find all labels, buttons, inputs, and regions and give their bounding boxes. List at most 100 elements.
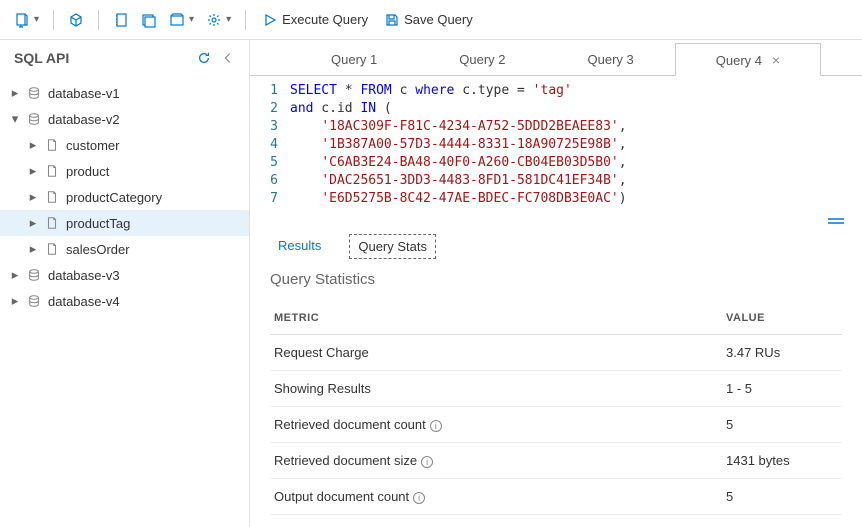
tree-item-customer[interactable]: ▸ customer [0, 132, 249, 158]
open-query-button[interactable] [137, 8, 161, 32]
value-cell: 5 [722, 479, 842, 515]
tab-query-2[interactable]: Query 2 [418, 43, 546, 75]
tree-item-productTag[interactable]: ▸ productTag [0, 210, 249, 236]
code-line[interactable]: '18AC309F-F81C-4234-A752-5DDD2BEAEE83', [290, 118, 862, 136]
settings-button[interactable]: ▾ [202, 8, 235, 32]
sidebar: SQL API ▸database-v1▾database-v2 ▸ custome… [0, 40, 250, 527]
container-button[interactable]: ▾ [165, 8, 198, 32]
refresh-icon[interactable] [197, 51, 211, 65]
chevron-down-icon: ▾ [189, 14, 194, 25]
code-line[interactable]: 'DAC25651-3DD3-4483-8FD1-581DC41EF34B', [290, 172, 862, 190]
tree-item-label: salesOrder [66, 242, 130, 257]
tree-item-database-v4[interactable]: ▸database-v4 [0, 288, 249, 314]
tree-item-label: customer [66, 138, 119, 153]
stats-panel: Query Statistics METRIC VALUE Request Ch… [250, 271, 862, 527]
database-icon [26, 267, 42, 283]
tree-item-label: productTag [66, 216, 130, 231]
tree-item-label: product [66, 164, 109, 179]
metric-cell: Output document counti [270, 479, 722, 515]
line-number: 4 [250, 136, 278, 154]
caret-right-icon[interactable]: ▸ [28, 137, 38, 153]
open-query-icon [141, 12, 157, 28]
query-tabs: Query 1 Query 2 Query 3 Query 4× [250, 40, 862, 76]
save-query-button[interactable]: Save Query [378, 8, 479, 32]
cube-icon [68, 12, 84, 28]
table-row: Output document counti5 [270, 479, 842, 515]
tree-item-database-v1[interactable]: ▸database-v1 [0, 80, 249, 106]
info-icon[interactable]: i [430, 420, 442, 432]
new-document-icon [14, 12, 30, 28]
gear-icon [206, 12, 222, 28]
new-document-button[interactable]: ▾ [10, 8, 43, 32]
tree-item-database-v2[interactable]: ▾database-v2 [0, 106, 249, 132]
code-line[interactable]: 'E6D5275B-8C42-47AE-BDEC-FC708DB3E0AC') [290, 190, 862, 208]
code-line[interactable]: '1B387A00-57D3-4444-8331-18A90725E98B', [290, 136, 862, 154]
tree-item-salesOrder[interactable]: ▸ salesOrder [0, 236, 249, 262]
tree-item-productCategory[interactable]: ▸productCategory [0, 184, 249, 210]
caret-right-icon[interactable]: ▸ [28, 215, 38, 231]
caret-right-icon[interactable]: ▸ [10, 267, 20, 283]
code-area[interactable]: SELECT * FROM c where c.type = 'tag'and … [290, 82, 862, 210]
tab-query-stats[interactable]: Query Stats [349, 234, 436, 259]
tree: ▸database-v1▾database-v2▸customer▸produc… [0, 76, 249, 527]
document-icon [44, 215, 60, 231]
code-line[interactable]: SELECT * FROM c where c.type = 'tag' [290, 82, 862, 100]
document-icon [44, 163, 60, 179]
main-area: SQL API ▸database-v1▾database-v2 ▸ custome… [0, 40, 862, 527]
notebook-button[interactable] [109, 8, 133, 32]
tree-item-database-v3[interactable]: ▸ database-v3 [0, 262, 249, 288]
pane-resizer[interactable] [250, 216, 862, 226]
database-icon [26, 111, 42, 127]
caret-right-icon[interactable]: ▸ [28, 241, 38, 257]
sql-editor[interactable]: 1234567 SELECT * FROM c where c.type = '… [250, 76, 862, 216]
tab-query-3[interactable]: Query 3 [547, 43, 675, 75]
table-row: Retrieved document counti5 [270, 407, 842, 443]
info-icon[interactable]: i [421, 456, 433, 468]
caret-right-icon[interactable]: ▸ [28, 163, 38, 179]
caret-right-icon[interactable]: ▸ [10, 293, 20, 309]
caret-right-icon[interactable]: ▸ [28, 189, 38, 205]
tab-label: Query 1 [331, 52, 377, 67]
sidebar-title: SQL API [14, 50, 69, 66]
stats-title: Query Statistics [270, 271, 842, 288]
code-line[interactable]: 'C6AB3E24-BA48-40F0-A260-CB04EB03D5B0', [290, 154, 862, 172]
info-icon[interactable]: i [413, 492, 425, 504]
document-icon [44, 137, 60, 153]
play-icon [262, 12, 278, 28]
tree-item-product[interactable]: ▸ product [0, 158, 249, 184]
tab-label: Query 3 [588, 52, 634, 67]
value-cell: 1 - 5 [722, 371, 842, 407]
line-number: 2 [250, 100, 278, 118]
tree-item-label: database-v3 [48, 268, 120, 283]
document-icon [44, 241, 60, 257]
metric-cell: Request Charge [270, 335, 722, 371]
chevron-down-icon: ▾ [226, 14, 231, 25]
metric-cell: Showing Results [270, 371, 722, 407]
result-subtabs: Results Query Stats [250, 226, 862, 271]
collapse-icon[interactable] [221, 51, 235, 65]
content: Query 1 Query 2 Query 3 Query 4× 1234567 SE… [250, 40, 862, 527]
tab-results[interactable]: Results [270, 234, 329, 259]
close-icon[interactable]: × [772, 52, 780, 68]
line-number: 3 [250, 118, 278, 136]
toolbar: ▾ ▾ ▾ Execute Query Save Query [0, 0, 862, 40]
cube-button[interactable] [64, 8, 88, 32]
metric-cell: Retrieved document sizei [270, 443, 722, 479]
database-icon [26, 85, 42, 101]
separator [245, 10, 246, 30]
tab-query-4[interactable]: Query 4× [675, 43, 821, 76]
caret-right-icon[interactable]: ▸ [10, 85, 20, 101]
col-metric: METRIC [270, 302, 722, 335]
caret-down-icon[interactable]: ▾ [10, 111, 20, 127]
value-cell: 5 [722, 407, 842, 443]
code-line[interactable]: and c.id IN ( [290, 100, 862, 118]
save-query-label: Save Query [404, 12, 473, 27]
line-number: 7 [250, 190, 278, 208]
chevron-down-icon: ▾ [34, 14, 39, 25]
line-number: 1 [250, 82, 278, 100]
sidebar-header: SQL API [0, 40, 249, 76]
separator [53, 10, 54, 30]
container-icon [169, 12, 185, 28]
tab-query-1[interactable]: Query 1 [290, 43, 418, 75]
execute-query-button[interactable]: Execute Query [256, 8, 374, 32]
